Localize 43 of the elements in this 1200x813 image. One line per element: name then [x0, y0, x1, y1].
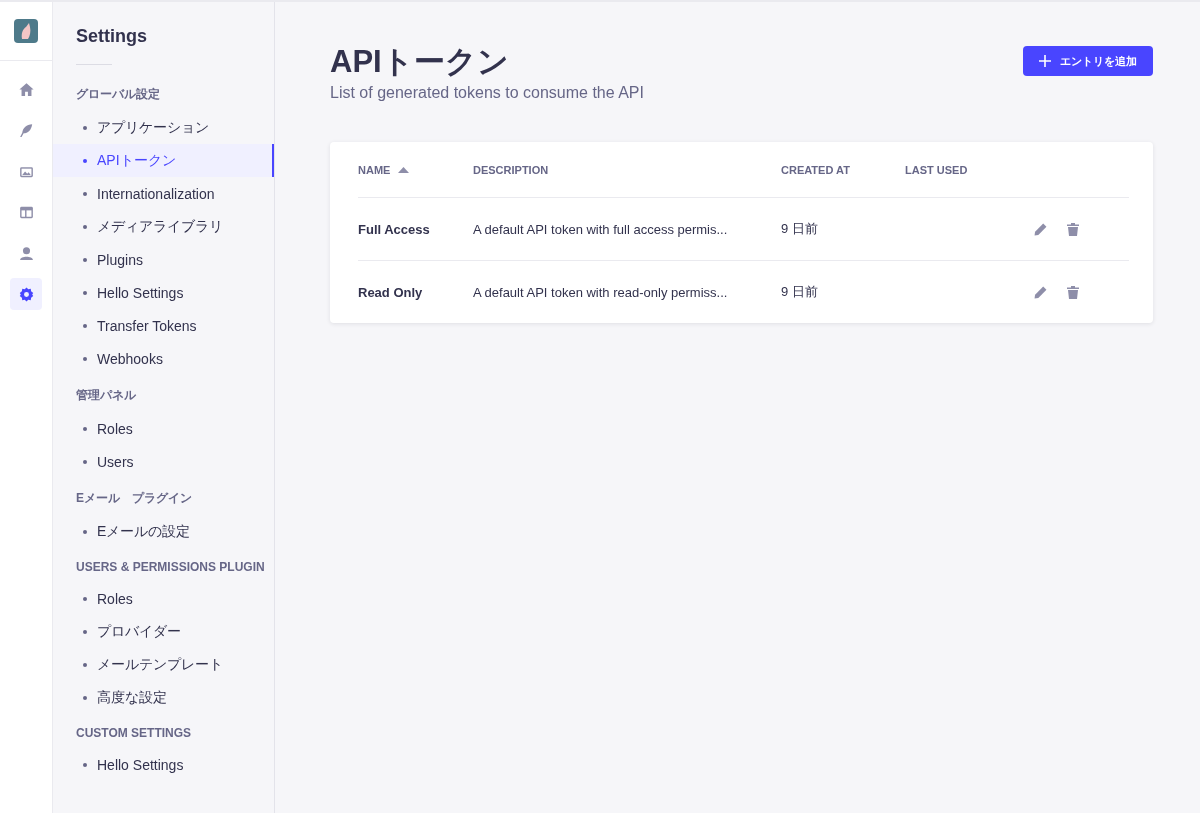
table-cell: A default API token with read-only permiss...: [473, 284, 728, 300]
column-header[interactable]: CREATED AT: [781, 163, 850, 176]
table-cell: 9 日前: [781, 284, 818, 299]
section-heading: Eメール プラグイン: [75, 490, 193, 507]
sort-up-icon[interactable]: [398, 166, 410, 173]
sidebar-item[interactable]: メディアライブラリ: [53, 210, 274, 243]
column-header[interactable]: DESCRIPTION: [473, 163, 549, 176]
column-header[interactable]: LAST USED: [905, 163, 968, 176]
table-cell: Read Only: [358, 284, 423, 300]
pencil-icon[interactable]: [1034, 285, 1047, 299]
add-entry-button[interactable]: エントリを追加: [1023, 46, 1153, 76]
sidebar-item[interactable]: アプリケーション: [53, 111, 274, 144]
plus-icon: [1039, 55, 1051, 67]
table-cell: Full Access: [358, 221, 430, 237]
page-title: APIトークン: [330, 43, 510, 81]
sidebar-title: Settings: [75, 26, 148, 47]
sidebar-item[interactable]: Roles: [53, 582, 274, 615]
sidebar-item[interactable]: Plugins: [53, 243, 274, 276]
trash-icon[interactable]: [1067, 285, 1079, 299]
sidebar-item[interactable]: プロバイダー: [53, 615, 274, 648]
trash-icon[interactable]: [1067, 222, 1079, 236]
sidebar-item[interactable]: Transfer Tokens: [53, 309, 274, 342]
table-cell: 9 日前: [781, 221, 818, 236]
section-heading: USERS & PERMISSIONS PLUGIN: [75, 560, 266, 574]
sidebar-item[interactable]: Hello Settings: [53, 748, 274, 781]
section-heading: グローバル設定: [75, 86, 161, 103]
sidebar-item[interactable]: Eメールの設定: [53, 515, 274, 548]
sidebar-item[interactable]: Users: [53, 445, 274, 478]
pencil-icon[interactable]: [1034, 222, 1047, 236]
column-header[interactable]: NAME: [358, 163, 391, 176]
sidebar-item[interactable]: メールテンプレート: [53, 648, 274, 681]
sidebar-item[interactable]: Hello Settings: [53, 276, 274, 309]
logo-icon[interactable]: [14, 19, 38, 43]
settings-icon[interactable]: [10, 278, 42, 310]
section-heading: 管理パネル: [75, 387, 137, 404]
sidebar-item[interactable]: Webhooks: [53, 342, 274, 375]
sidebar-item[interactable]: 高度な設定: [53, 681, 274, 714]
page-subtitle: List of generated tokens to consume the API: [330, 84, 644, 102]
table-cell: A default API token with full access permis...: [473, 221, 728, 237]
sidebar-item[interactable]: APIトークン: [53, 144, 274, 177]
sidebar-item[interactable]: Roles: [53, 412, 274, 445]
section-heading: CUSTOM SETTINGS: [75, 726, 193, 740]
sidebar-item[interactable]: Internationalization: [53, 177, 274, 210]
